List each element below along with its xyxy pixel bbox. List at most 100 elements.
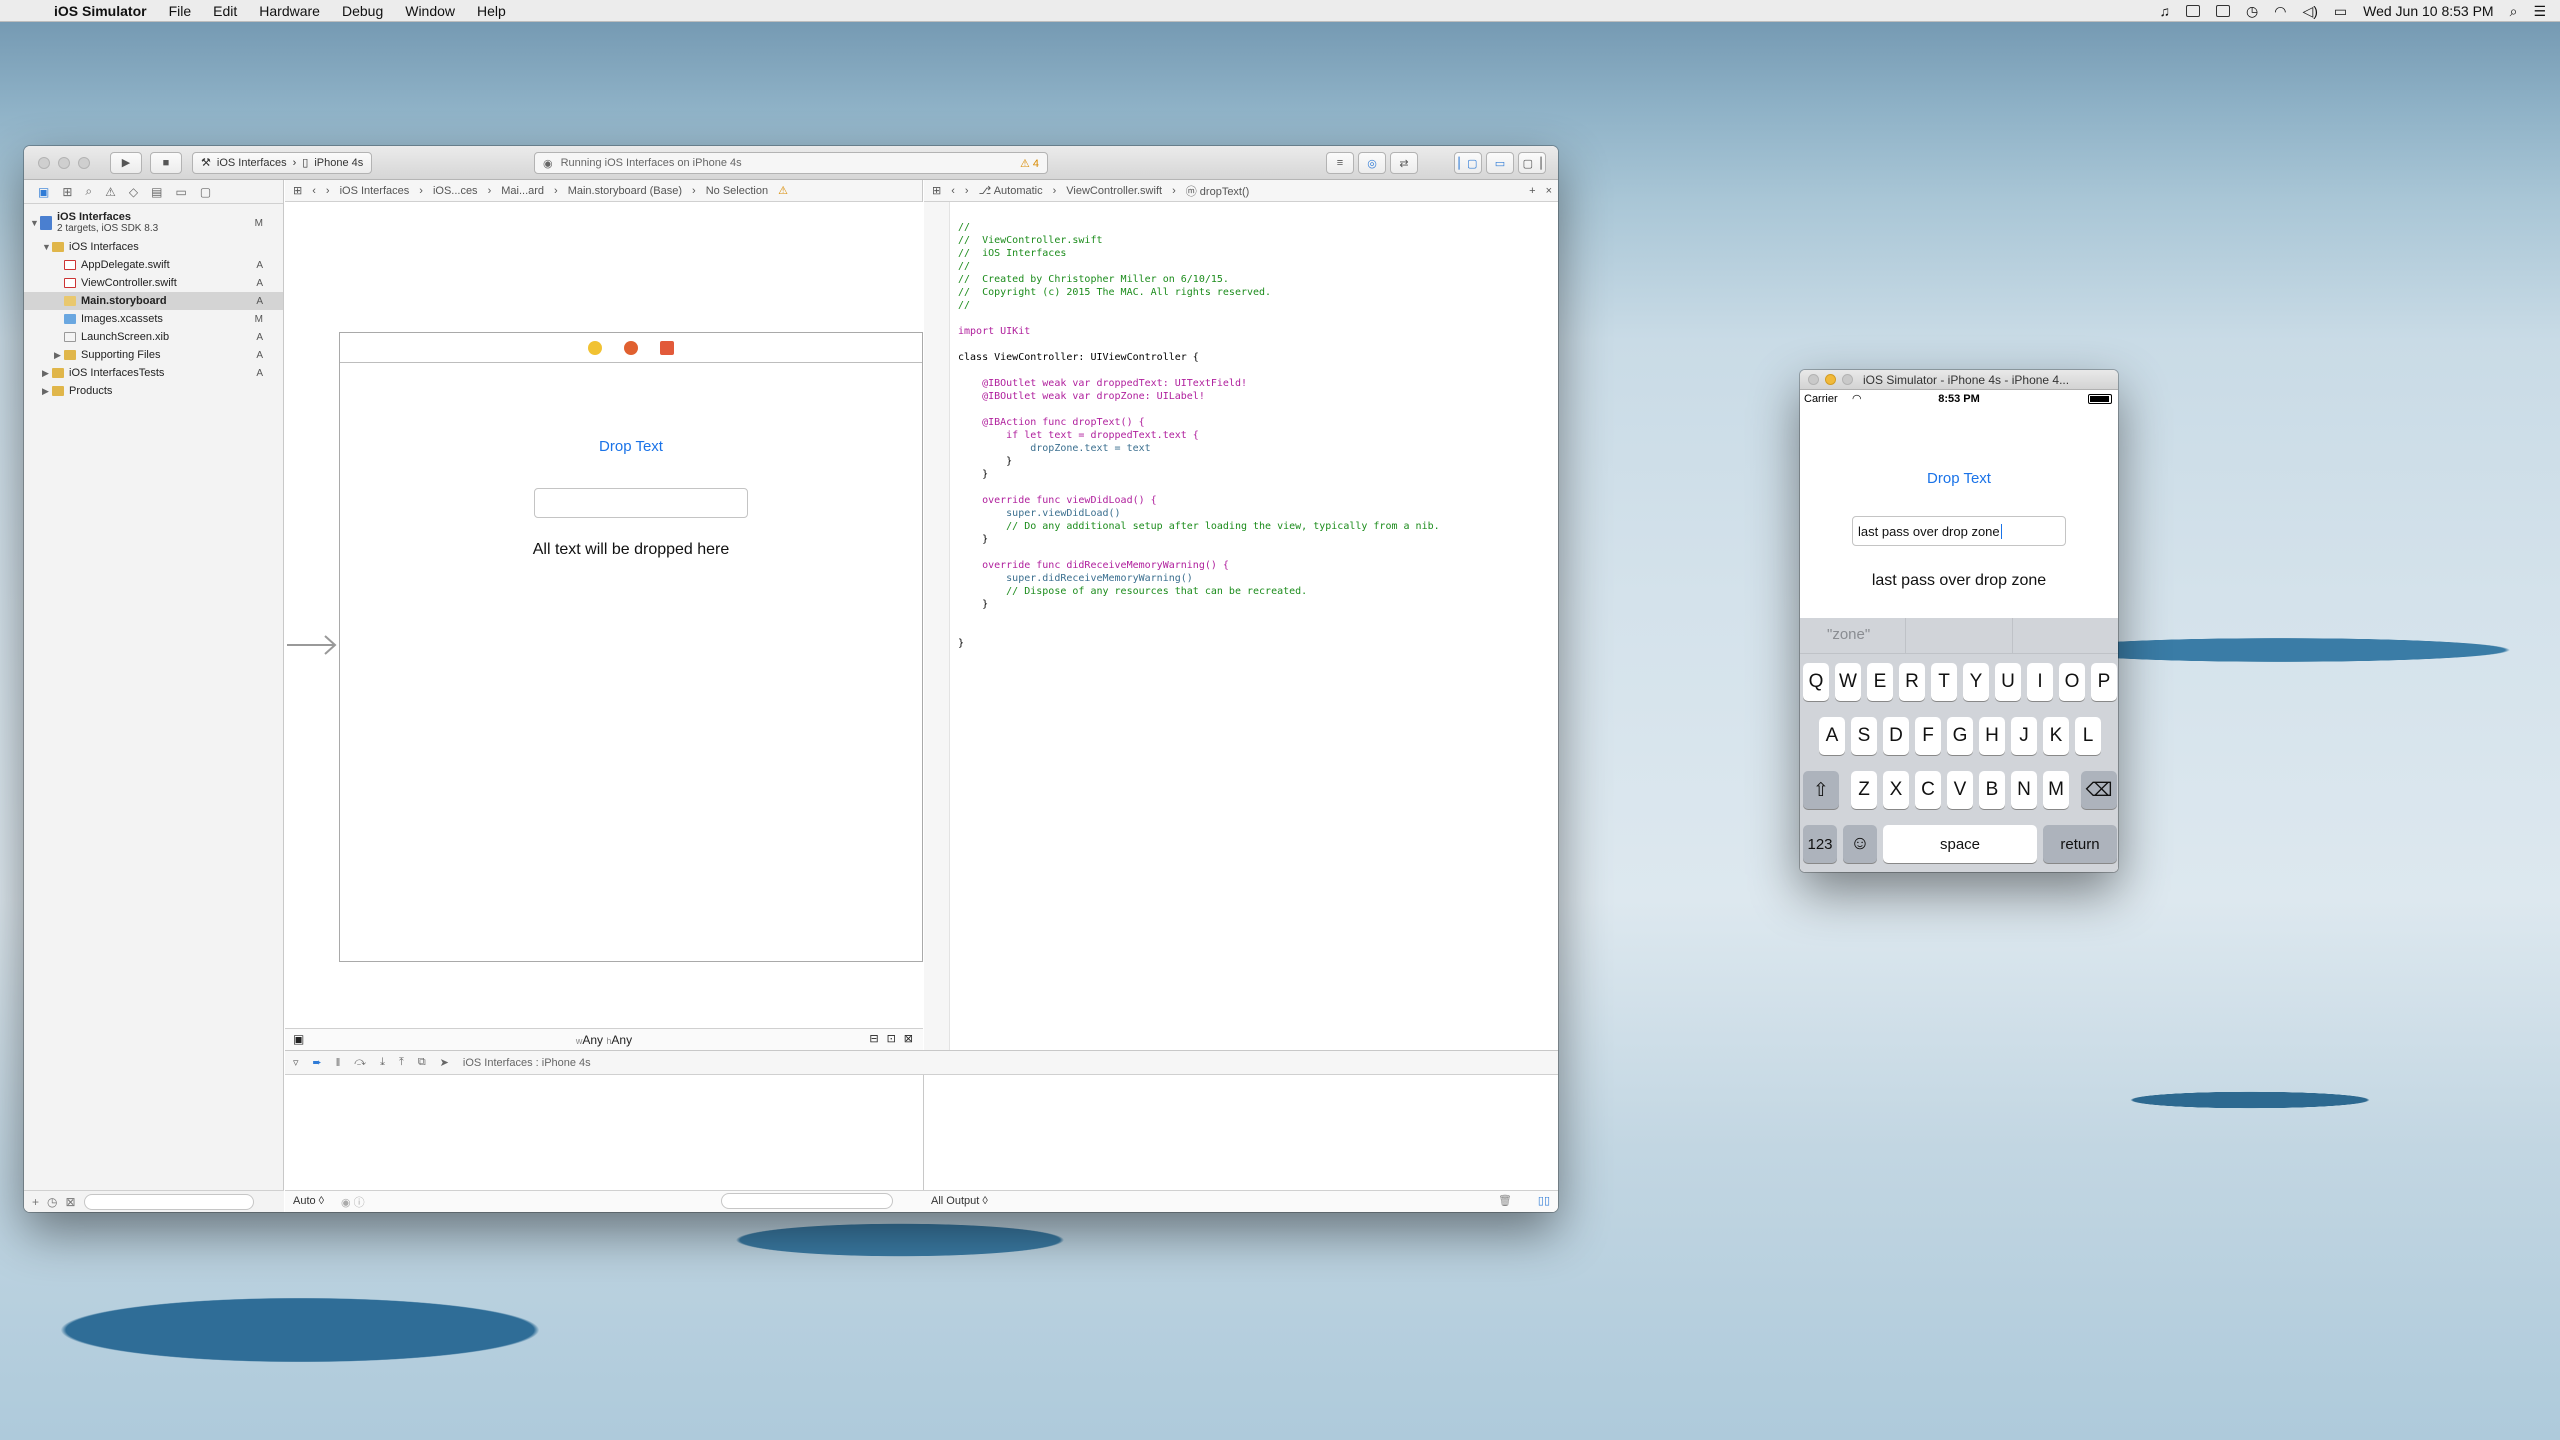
menu-file[interactable]: File [169,3,192,19]
toggle-utilities-button[interactable]: ▢▕ [1518,152,1546,174]
minimize-button[interactable] [58,156,70,169]
symbol-icon[interactable]: ⊞ [62,185,72,199]
key-n[interactable]: N [2011,771,2037,809]
source-code[interactable]: // // ViewController.swift // iOS Interf… [958,208,1440,650]
hide-debug-icon[interactable]: ▿ [293,1056,299,1069]
volume-icon[interactable]: ◁) [2302,3,2317,20]
test-icon[interactable]: ◇ [129,185,138,199]
related-items-icon[interactable]: ⊞ [932,184,941,197]
disclosure-closed-icon[interactable]: ▶ [54,350,64,361]
step-over-icon[interactable]: ⤼ [354,1056,366,1069]
run-button[interactable]: ▶ [110,151,142,174]
close-button[interactable] [38,156,50,169]
version-editor-button[interactable]: ⇄ [1390,152,1418,174]
key-f[interactable]: F [1915,717,1941,755]
debug-icon[interactable]: ▤ [151,185,162,199]
jump-item[interactable]: ⎇ Automatic [979,184,1043,197]
drop-text-button[interactable]: Drop Text [1800,470,2118,487]
navigator-filter-input[interactable] [83,1193,254,1210]
tree-row-file[interactable]: ViewController.swift A [24,274,283,292]
drop-zone-label[interactable]: All text will be dropped here [340,541,922,559]
jump-item[interactable]: iOS...ces [433,185,478,197]
variables-scope-select[interactable]: Auto ◊ [293,1195,324,1207]
dropped-text-field[interactable]: last pass over drop zone [1852,516,2066,546]
quick-look-icon[interactable]: ◉ ⓘ [341,1194,365,1210]
variables-filter-input[interactable] [721,1193,893,1209]
suggestion-3[interactable] [2013,618,2118,653]
key-a[interactable]: A [1819,717,1845,755]
key-d[interactable]: D [1883,717,1909,755]
forward-icon[interactable]: › [965,185,969,197]
pause-icon[interactable]: ‖ [336,1057,341,1069]
key-z[interactable]: Z [1851,771,1877,809]
folder-icon[interactable]: ▣ [38,185,49,199]
view-controller-icon[interactable] [588,340,602,355]
exit-icon[interactable] [660,340,674,355]
zoom-button[interactable] [1842,374,1853,385]
notification-bell-icon[interactable]: ♫ [2160,3,2171,19]
key-q[interactable]: Q [1803,663,1829,701]
tree-row-file[interactable]: LaunchScreen.xib A [24,328,283,346]
key-h[interactable]: H [1979,717,2005,755]
iphone-screen[interactable]: Carrier ◠ 8:53 PM Drop Text last pass ov… [1800,390,2118,872]
tree-row-project[interactable]: ▼ iOS Interfaces 2 targets, iOS SDK 8.3 … [24,208,283,238]
disclosure-open-icon[interactable]: ▼ [42,242,52,252]
disclosure-closed-icon[interactable]: ▶ [42,368,52,379]
key-m[interactable]: M [2043,771,2069,809]
screen-mirror-icon[interactable] [2216,5,2230,17]
warning-icon[interactable]: ⚠ [778,184,788,197]
spotlight-search-icon[interactable]: ⌕ [2510,3,2518,20]
issue-icon[interactable]: ⚠ [105,185,116,199]
wifi-icon[interactable]: ◠ [2274,3,2286,20]
menu-edit[interactable]: Edit [213,3,237,19]
tree-row-group[interactable]: ▶ iOS InterfacesTests A [24,364,283,382]
forward-icon[interactable]: › [326,185,330,197]
debug-target[interactable]: iOS Interfaces : iPhone 4s [463,1057,591,1069]
tree-row-file[interactable]: Images.xcassets M [24,310,283,328]
return-key[interactable]: return [2043,825,2117,863]
pin-icon[interactable]: ⊡ [887,1032,896,1045]
search-icon[interactable]: ⌕ [85,184,92,199]
related-items-icon[interactable]: ⊞ [293,184,302,197]
storyboard-canvas[interactable]: Drop Text All text will be dropped here [285,202,923,1028]
drop-text-button[interactable]: Drop Text [340,438,922,455]
menu-debug[interactable]: Debug [342,3,383,19]
resolve-icon[interactable]: ⊠ [904,1032,913,1045]
jump-item[interactable]: ViewController.swift [1066,185,1162,197]
display-icon[interactable] [2186,5,2200,17]
jump-item[interactable]: iOS Interfaces [340,185,410,197]
shift-key[interactable]: ⇧ [1803,771,1839,809]
key-p[interactable]: P [2091,663,2117,701]
key-v[interactable]: V [1947,771,1973,809]
toggle-navigator-button[interactable]: ▏▢ [1454,152,1482,174]
emoji-key[interactable]: ☺ [1843,825,1877,863]
menu-clock[interactable]: Wed Jun 10 8:53 PM [2363,3,2493,19]
key-l[interactable]: L [2075,717,2101,755]
add-editor-icon[interactable]: + [1529,185,1535,197]
key-w[interactable]: W [1835,663,1861,701]
key-i[interactable]: I [2027,663,2053,701]
battery-icon[interactable]: ▭ [2334,3,2347,20]
scheme-selector[interactable]: ⚒ iOS Interfaces › ▯ iPhone 4s [192,151,373,174]
key-r[interactable]: R [1899,663,1925,701]
breakpoint-icon[interactable]: ▭ [175,185,186,199]
entry-point-arrow-icon[interactable] [285,634,339,656]
numbers-key[interactable]: 123 [1803,825,1837,863]
key-c[interactable]: C [1915,771,1941,809]
close-button[interactable] [1808,374,1819,385]
tree-row-group[interactable]: ▶ Supporting Files A [24,346,283,364]
jump-item[interactable]: ⓜ dropText() [1186,183,1250,199]
tree-row-group[interactable]: ▼ iOS Interfaces [24,238,283,256]
notification-center-icon[interactable]: ☰ [2533,3,2546,20]
disclosure-closed-icon[interactable]: ▶ [42,386,52,397]
step-in-icon[interactable]: ⤓ [380,1056,385,1069]
suggestion-2[interactable] [1906,618,2013,653]
time-machine-icon[interactable]: ◷ [2246,3,2258,20]
key-t[interactable]: T [1931,663,1957,701]
add-icon[interactable]: + [32,1195,39,1209]
trash-icon[interactable]: 🗑 [1498,1194,1512,1207]
back-icon[interactable]: ‹ [312,185,316,197]
jump-item[interactable]: No Selection [706,185,768,197]
first-responder-icon[interactable] [624,340,638,355]
size-class-selector[interactable]: wAny hAny [285,1033,923,1047]
